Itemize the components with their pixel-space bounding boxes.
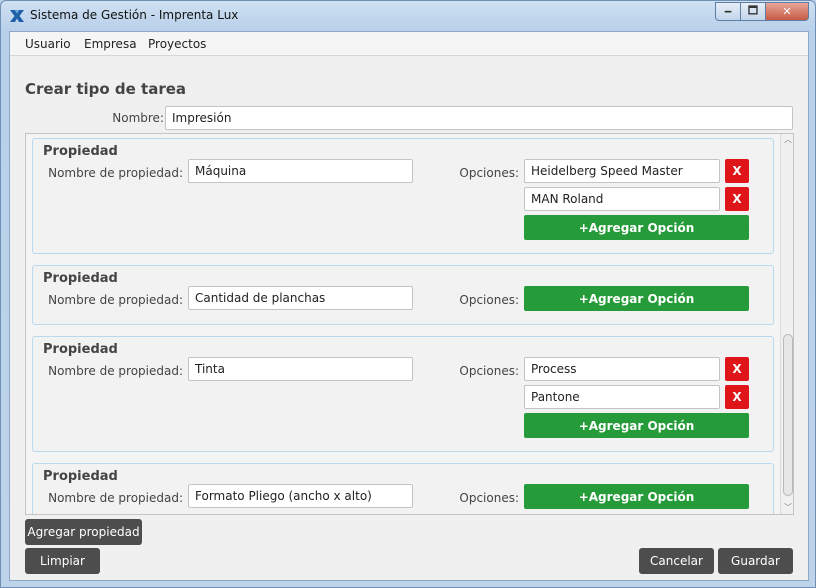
options-label: Opciones: <box>459 364 519 378</box>
property-name-input[interactable]: Cantidad de planchas <box>188 286 413 310</box>
app-logo-icon <box>10 10 24 22</box>
minimize-icon: 🗕 <box>724 4 732 17</box>
property-name-input[interactable]: Formato Pliego (ancho x alto) <box>188 484 413 508</box>
minimize-button[interactable]: 🗕 <box>715 2 741 21</box>
property-title: Propiedad <box>43 144 118 159</box>
close-icon: X <box>732 362 742 376</box>
add-property-button[interactable]: Agregar propiedad <box>25 519 142 545</box>
close-icon: X <box>732 192 742 206</box>
option-input[interactable]: Heidelberg Speed Master <box>524 159 720 183</box>
close-icon: ✕ <box>782 5 792 18</box>
save-button[interactable]: Guardar <box>718 548 793 574</box>
option-input[interactable]: Pantone <box>524 385 720 409</box>
property-title: Propiedad <box>43 342 118 357</box>
menu-bar: Usuario Empresa Proyectos <box>10 32 808 56</box>
property-name-label: Nombre de propiedad: <box>48 293 183 307</box>
page-title: Crear tipo de tarea <box>25 80 187 98</box>
maximize-button[interactable]: 🗖 <box>741 2 766 21</box>
close-icon: X <box>732 390 742 404</box>
window-title: Sistema de Gestión - Imprenta Lux <box>30 8 239 22</box>
menu-empresa[interactable]: Empresa <box>84 37 137 51</box>
property-name-input[interactable]: Máquina <box>188 159 413 183</box>
task-name-input[interactable]: Impresión <box>165 106 793 130</box>
property-card: Propiedad Nombre de propiedad: Cantidad … <box>32 265 774 325</box>
maximize-icon: 🗖 <box>747 4 759 17</box>
app-window: Sistema de Gestión - Imprenta Lux 🗕 🗖 ✕ … <box>0 0 816 588</box>
property-name-input[interactable]: Tinta <box>188 357 413 381</box>
title-bar[interactable]: Sistema de Gestión - Imprenta Lux 🗕 🗖 ✕ <box>1 1 815 31</box>
close-button[interactable]: ✕ <box>766 2 809 21</box>
scroll-up-icon[interactable]: ︿ <box>783 135 793 145</box>
properties-scroll-pane[interactable]: Propiedad Nombre de propiedad: Máquina O… <box>25 133 794 515</box>
property-card: Propiedad Nombre de propiedad: Tinta Opc… <box>32 336 774 452</box>
add-option-button[interactable]: +Agregar Opción <box>524 413 749 438</box>
scroll-down-icon[interactable]: ﹀ <box>783 503 793 513</box>
clear-button[interactable]: Limpiar <box>25 548 100 574</box>
property-name-label: Nombre de propiedad: <box>48 166 183 180</box>
property-name-label: Nombre de propiedad: <box>48 364 183 378</box>
vertical-scrollbar[interactable]: ︿ ﹀ <box>780 134 793 514</box>
menu-usuario[interactable]: Usuario <box>25 37 71 51</box>
property-card: Propiedad Nombre de propiedad: Formato P… <box>32 463 774 514</box>
property-name-label: Nombre de propiedad: <box>48 491 183 505</box>
options-label: Opciones: <box>459 293 519 307</box>
delete-option-button[interactable]: X <box>725 357 749 381</box>
add-option-button[interactable]: +Agregar Opción <box>524 484 749 509</box>
property-card: Propiedad Nombre de propiedad: Máquina O… <box>32 138 774 254</box>
options-label: Opciones: <box>459 166 519 180</box>
menu-proyectos[interactable]: Proyectos <box>148 37 206 51</box>
property-title: Propiedad <box>43 469 118 484</box>
client-area: Usuario Empresa Proyectos Crear tipo de … <box>9 31 809 581</box>
option-input[interactable]: Process <box>524 357 720 381</box>
add-option-button[interactable]: +Agregar Opción <box>524 286 749 311</box>
add-option-button[interactable]: +Agregar Opción <box>524 215 749 240</box>
window-controls: 🗕 🗖 ✕ <box>715 2 809 21</box>
delete-option-button[interactable]: X <box>725 159 749 183</box>
cancel-button[interactable]: Cancelar <box>639 548 714 574</box>
options-label: Opciones: <box>459 491 519 505</box>
task-name-label: Nombre: <box>112 111 164 125</box>
scrollbar-thumb[interactable] <box>783 334 793 496</box>
option-input[interactable]: MAN Roland <box>524 187 720 211</box>
property-title: Propiedad <box>43 271 118 286</box>
delete-option-button[interactable]: X <box>725 385 749 409</box>
delete-option-button[interactable]: X <box>725 187 749 211</box>
close-icon: X <box>732 164 742 178</box>
